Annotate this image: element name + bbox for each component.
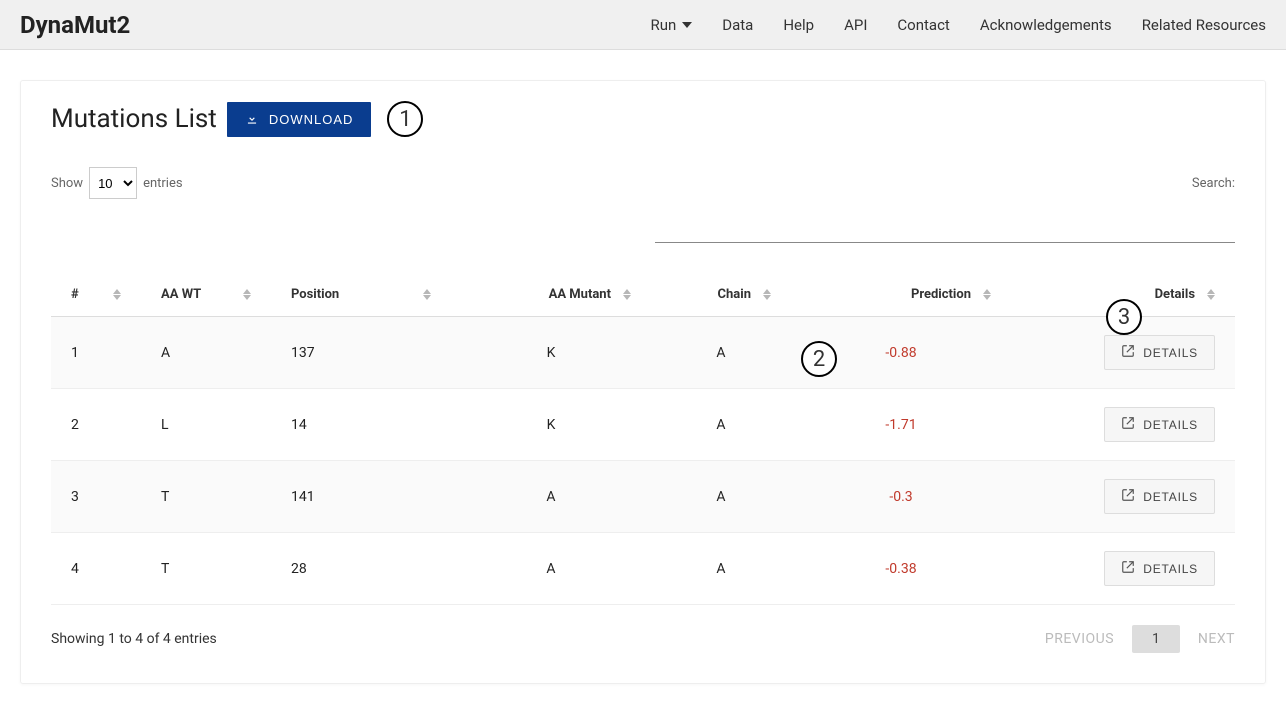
- table-info: Showing 1 to 4 of 4 entries: [51, 631, 217, 647]
- cell-aa-wt: A: [141, 317, 271, 389]
- search-input[interactable]: [655, 221, 1235, 243]
- cell-details: DETAILS: [1011, 533, 1235, 605]
- download-button-label: DOWNLOAD: [269, 112, 354, 127]
- show-entries-suffix: entries: [143, 176, 183, 191]
- sort-icon: [423, 289, 431, 300]
- table-controls: Show 10 entries Search:: [51, 167, 1235, 199]
- cell-chain: A: [651, 317, 791, 389]
- sort-icon: [1207, 289, 1215, 300]
- sort-icon: [763, 289, 771, 300]
- open-external-icon: [1121, 416, 1135, 433]
- pagination-previous[interactable]: PREVIOUS: [1045, 631, 1114, 647]
- cell-index: 1: [51, 317, 141, 389]
- annotation-1: 1: [387, 101, 423, 137]
- cell-aa-wt: L: [141, 389, 271, 461]
- open-external-icon: [1121, 560, 1135, 577]
- nav-contact[interactable]: Contact: [897, 16, 949, 34]
- mutations-card: Mutations List DOWNLOAD 1 Show 10 entrie…: [20, 80, 1266, 684]
- cell-chain: A: [651, 533, 791, 605]
- details-button[interactable]: DETAILS: [1104, 551, 1215, 586]
- open-external-icon: [1121, 344, 1135, 361]
- cell-prediction: -0.3: [791, 461, 1011, 533]
- table-row: 2L14KA-1.71 DETAILS: [51, 389, 1235, 461]
- mutations-table: # AA WT Position AA Mutant Chain Predict…: [51, 273, 1235, 605]
- sort-icon: [113, 289, 121, 300]
- nav-run-label: Run: [650, 16, 676, 34]
- nav-related-resources[interactable]: Related Resources: [1142, 16, 1266, 34]
- cell-aa-wt: T: [141, 461, 271, 533]
- card-header: Mutations List DOWNLOAD 1: [51, 101, 1235, 137]
- nav-help[interactable]: Help: [783, 16, 814, 34]
- sort-icon: [243, 289, 251, 300]
- cell-aa-mutant: A: [451, 533, 651, 605]
- col-details[interactable]: Details: [1011, 273, 1235, 317]
- details-button-label: DETAILS: [1143, 346, 1198, 360]
- cell-aa-mutant: K: [451, 317, 651, 389]
- sort-icon: [983, 289, 991, 300]
- pagination-page-1[interactable]: 1: [1132, 625, 1180, 653]
- annotation-2: 2: [801, 341, 837, 377]
- cell-aa-mutant: A: [451, 461, 651, 533]
- col-prediction[interactable]: Prediction: [791, 273, 1011, 317]
- details-button-label: DETAILS: [1143, 418, 1198, 432]
- details-button[interactable]: DETAILS: [1104, 335, 1215, 370]
- cell-position: 141: [271, 461, 451, 533]
- details-button[interactable]: DETAILS: [1104, 479, 1215, 514]
- download-icon: [245, 112, 259, 126]
- col-position[interactable]: Position: [271, 273, 451, 317]
- cell-prediction: -0.38: [791, 533, 1011, 605]
- details-button[interactable]: DETAILS: [1104, 407, 1215, 442]
- table-row: 3T141AA-0.3DETAILS: [51, 461, 1235, 533]
- col-aa-wt[interactable]: AA WT: [141, 273, 271, 317]
- cell-position: 14: [271, 389, 451, 461]
- cell-position: 137: [271, 317, 451, 389]
- table-row: 1A137KA-0.88DETAILS: [51, 317, 1235, 389]
- col-chain[interactable]: Chain: [651, 273, 791, 317]
- cell-chain: A: [651, 389, 791, 461]
- nav-run[interactable]: Run: [650, 16, 692, 34]
- pagination: PREVIOUS 1 NEXT: [1045, 625, 1235, 653]
- cell-chain: A: [651, 461, 791, 533]
- search-block: Search:: [1192, 176, 1235, 191]
- cell-index: 3: [51, 461, 141, 533]
- search-label: Search:: [1192, 176, 1235, 191]
- show-entries-prefix: Show: [51, 176, 83, 191]
- table-header-row: # AA WT Position AA Mutant Chain Predict…: [51, 273, 1235, 317]
- open-external-icon: [1121, 488, 1135, 505]
- pagination-next[interactable]: NEXT: [1198, 631, 1235, 647]
- show-entries: Show 10 entries: [51, 167, 183, 199]
- cell-index: 4: [51, 533, 141, 605]
- top-nav-bar: DynaMut2 Run Data Help API Contact Ackno…: [0, 0, 1286, 50]
- cell-aa-mutant: K: [451, 389, 651, 461]
- col-index[interactable]: #: [51, 273, 141, 317]
- sort-icon: [623, 289, 631, 300]
- chevron-down-icon: [682, 22, 692, 28]
- cell-position: 28: [271, 533, 451, 605]
- cell-details: DETAILS: [1011, 389, 1235, 461]
- cell-prediction: -1.71: [791, 389, 1011, 461]
- cell-details: DETAILS: [1011, 461, 1235, 533]
- nav-api[interactable]: API: [844, 16, 867, 34]
- cell-aa-wt: T: [141, 533, 271, 605]
- nav-data[interactable]: Data: [722, 16, 753, 34]
- table-footer: Showing 1 to 4 of 4 entries PREVIOUS 1 N…: [51, 625, 1235, 653]
- download-button[interactable]: DOWNLOAD: [227, 102, 372, 137]
- nav-acknowledgements[interactable]: Acknowledgements: [980, 16, 1112, 34]
- details-button-label: DETAILS: [1143, 562, 1198, 576]
- cell-index: 2: [51, 389, 141, 461]
- col-aa-mutant[interactable]: AA Mutant: [451, 273, 651, 317]
- brand-title: DynaMut2: [20, 11, 130, 39]
- card-title: Mutations List: [51, 104, 217, 134]
- nav-links: Run Data Help API Contact Acknowledgemen…: [650, 16, 1266, 34]
- entries-select[interactable]: 10: [89, 167, 137, 199]
- table-row: 4T28AA-0.38DETAILS: [51, 533, 1235, 605]
- details-button-label: DETAILS: [1143, 490, 1198, 504]
